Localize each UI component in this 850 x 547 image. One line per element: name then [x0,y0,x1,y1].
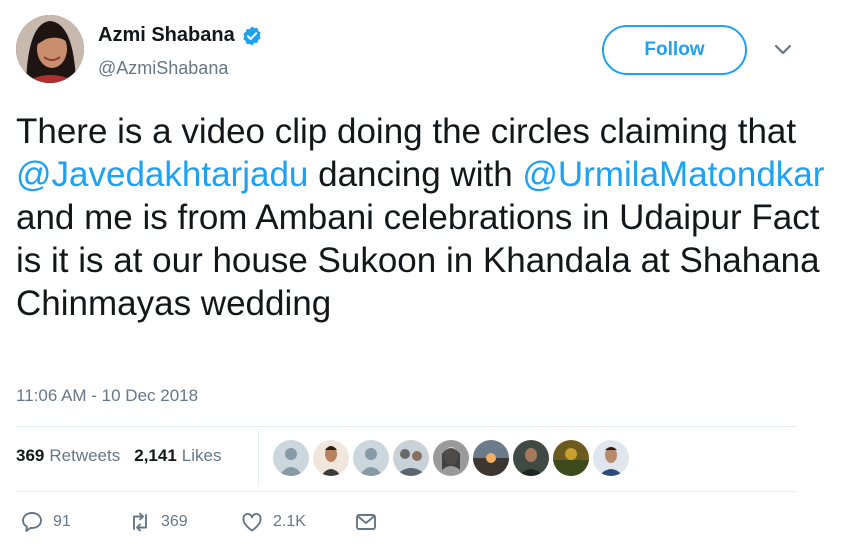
name-row: Azmi Shabana [98,24,263,47]
handle[interactable]: @AzmiShabana [98,58,228,79]
heart-icon [242,513,262,532]
user-avatar[interactable] [513,440,549,476]
retweet-icon [133,512,147,532]
tweet-text-part: dancing with [308,155,523,194]
divider [16,491,796,492]
avatar[interactable] [16,15,84,83]
follow-button[interactable]: Follow [602,25,747,75]
envelope-icon [356,514,376,530]
message-button[interactable] [354,510,378,534]
divider [258,430,259,486]
user-avatar[interactable] [473,440,509,476]
reply-button[interactable]: 91 [20,510,128,534]
likes-count[interactable]: 2,141 [134,446,177,466]
reply-count: 91 [53,513,71,530]
mention-link[interactable]: @UrmilaMatondkar [522,155,824,194]
mention-link[interactable]: @Javedakhtarjadu [16,155,308,194]
user-avatar[interactable] [553,440,589,476]
tweet-text-part: and me is from Ambani celebrations in Ud… [16,198,820,323]
default-avatar[interactable] [353,440,389,476]
timestamp[interactable]: 11:06 AM - 10 Dec 2018 [16,386,198,406]
likes-label[interactable]: Likes [182,446,222,466]
engagement-stats: 369 Retweets 2,141 Likes [16,446,221,466]
like-button[interactable]: 2.1K [240,510,354,534]
divider [16,426,796,427]
liker-avatars [273,440,629,476]
verified-badge-icon [243,25,261,46]
display-name[interactable]: Azmi Shabana [98,24,235,47]
reply-icon [22,512,42,532]
user-avatar[interactable] [313,440,349,476]
retweets-count[interactable]: 369 [16,446,44,466]
retweet-button[interactable]: 369 [128,510,240,534]
tweet-text-part: There is a video clip doing the circles … [16,112,797,151]
user-avatar[interactable] [433,440,469,476]
user-avatar[interactable] [393,440,429,476]
retweet-count: 369 [161,513,188,530]
retweets-label[interactable]: Retweets [49,446,120,466]
profile-photo [16,15,84,83]
default-avatar[interactable] [273,440,309,476]
tweet-text: There is a video clip doing the circles … [16,110,826,325]
user-avatar[interactable] [593,440,629,476]
like-count: 2.1K [273,513,306,530]
action-bar: 91 369 2.1K [20,510,378,534]
chevron-down-icon[interactable] [773,42,793,56]
